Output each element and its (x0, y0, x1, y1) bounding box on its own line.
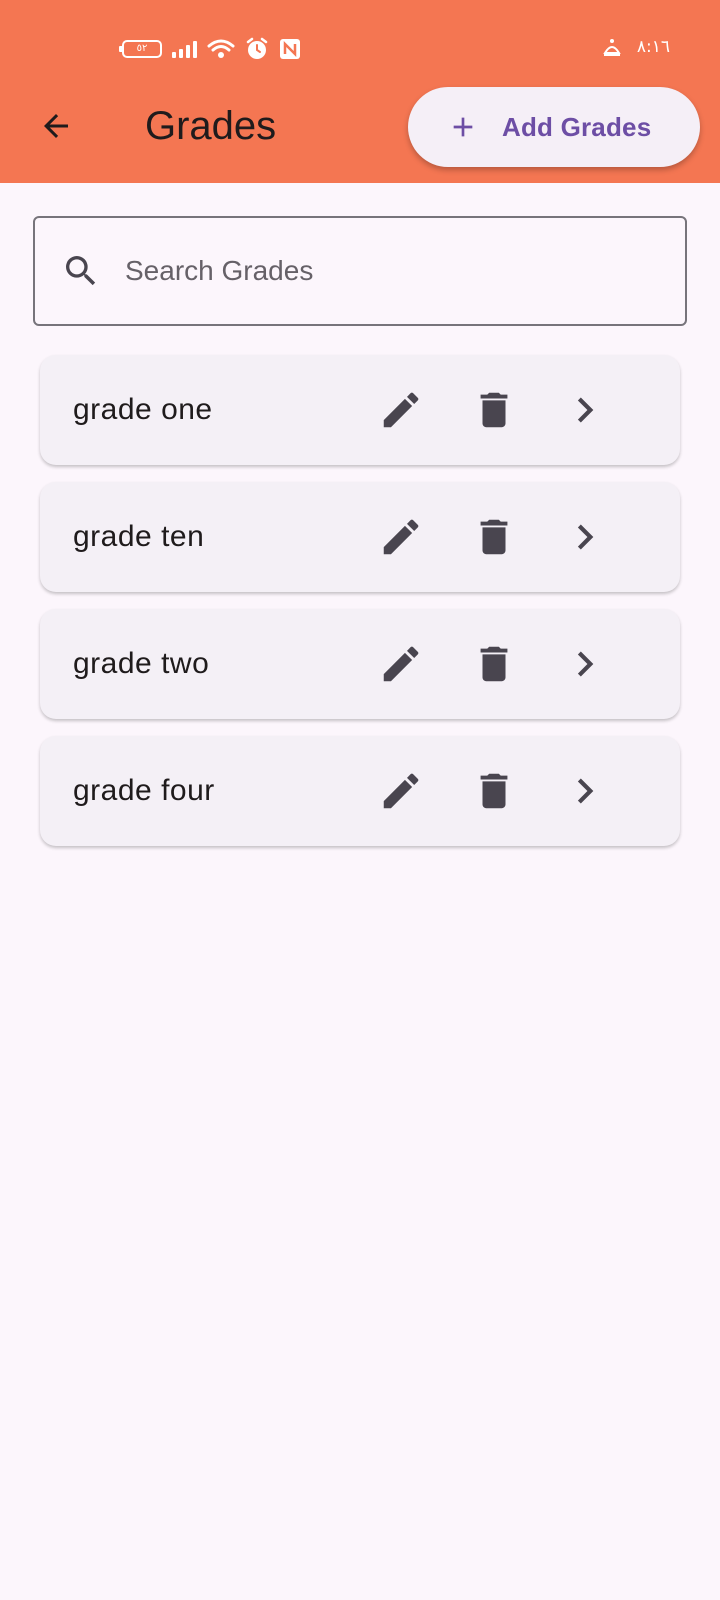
grade-name: grade four (73, 774, 215, 807)
alarm-icon (246, 37, 268, 59)
chevron-right-icon (577, 651, 594, 677)
status-time: ٨:١٦ (636, 37, 670, 57)
edit-grade-button[interactable] (373, 763, 429, 819)
nfc-icon (280, 39, 300, 59)
search-field[interactable] (33, 216, 687, 326)
search-input[interactable] (123, 254, 627, 288)
pencil-icon (383, 646, 419, 682)
add-grades-label: Add Grades (502, 111, 652, 142)
open-grade-button[interactable] (557, 509, 613, 565)
trash-icon (480, 646, 508, 682)
add-grades-button[interactable]: Add Grades (408, 87, 700, 167)
plus-icon (453, 117, 473, 137)
delete-grade-button[interactable] (466, 636, 522, 692)
arrow-back-icon (44, 114, 68, 138)
grade-name: grade one (73, 393, 213, 426)
edit-grade-button[interactable] (373, 509, 429, 565)
pencil-icon (383, 773, 419, 809)
chevron-right-icon (577, 778, 594, 804)
battery-icon: ٥٢ (119, 40, 162, 58)
chevron-right-icon (577, 524, 594, 550)
open-grade-button[interactable] (557, 763, 613, 819)
grades-list: grade one grade ten grade two grade four (40, 355, 680, 863)
wifi-icon (207, 39, 235, 58)
edit-grade-button[interactable] (373, 382, 429, 438)
search-icon (66, 256, 96, 286)
delete-grade-button[interactable] (466, 509, 522, 565)
grade-card[interactable]: grade one (40, 355, 680, 465)
chevron-right-icon (577, 397, 594, 423)
pencil-icon (383, 392, 419, 428)
open-grade-button[interactable] (557, 382, 613, 438)
status-bar: ٥٢ ٨:١٦ (0, 0, 720, 84)
signal-icon (172, 40, 197, 58)
notification-bell-icon (603, 39, 621, 56)
app-header: ٥٢ ٨:١٦ Grades Add Grades (0, 0, 720, 183)
grade-card[interactable]: grade ten (40, 482, 680, 592)
back-button[interactable] (30, 100, 82, 152)
delete-grade-button[interactable] (466, 763, 522, 819)
delete-grade-button[interactable] (466, 382, 522, 438)
grade-card[interactable]: grade four (40, 736, 680, 846)
trash-icon (480, 392, 508, 428)
battery-level: ٥٢ (136, 43, 148, 54)
grade-name: grade two (73, 647, 210, 680)
trash-icon (480, 773, 508, 809)
grade-card[interactable]: grade two (40, 609, 680, 719)
trash-icon (480, 519, 508, 555)
pencil-icon (383, 519, 419, 555)
edit-grade-button[interactable] (373, 636, 429, 692)
grade-name: grade ten (73, 520, 205, 553)
page-title: Grades (145, 104, 277, 148)
open-grade-button[interactable] (557, 636, 613, 692)
